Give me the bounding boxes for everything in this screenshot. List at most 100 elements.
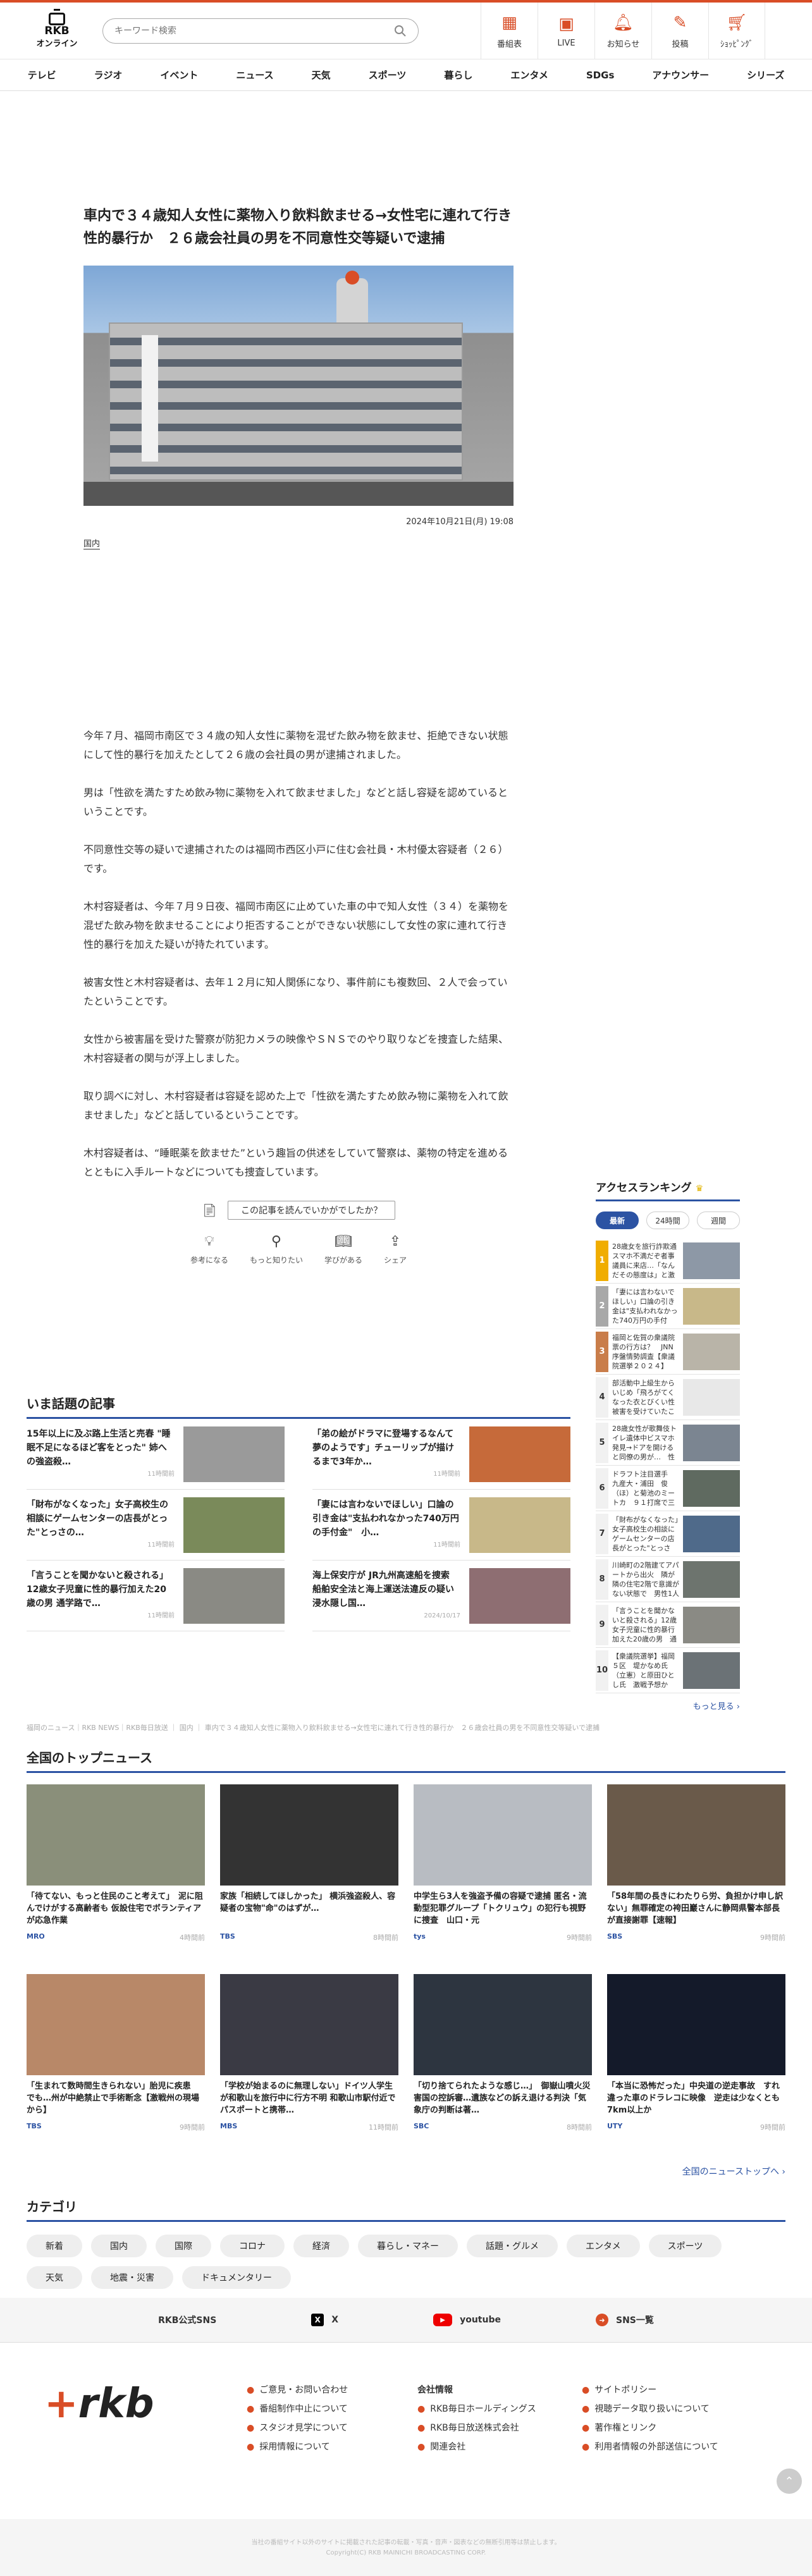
sns-list-link[interactable]: ➜ SNS一覧 — [595, 2314, 654, 2326]
trending-item[interactable]: 「妻には言わないでほしい」口論の引き金は"支払われなかった740万円の手付金" … — [312, 1490, 570, 1561]
ranking-more-link[interactable]: もっと見る › — [596, 1700, 740, 1712]
site-logo[interactable]: RKB オンライン — [25, 12, 89, 50]
feedback-more-button[interactable]: ⚲ もっと知りたい — [250, 1234, 303, 1265]
thumbnail — [683, 1469, 740, 1507]
article-category-tag[interactable]: 国内 — [83, 537, 101, 549]
category-chip[interactable]: 天気 — [27, 2266, 82, 2289]
search-icon[interactable] — [394, 25, 407, 37]
category-chip[interactable]: スポーツ — [648, 2235, 722, 2257]
schedule-button[interactable]: ▦ 番組表 — [481, 3, 538, 59]
tab-weekly[interactable]: 週間 — [697, 1211, 740, 1229]
ranking-item[interactable]: 528歳女性が歌舞伎トイレ遺体中ビスマホ発見→ドアを開けると同僚の男が… 性的暴… — [596, 1420, 740, 1466]
ranking-list: 128歳女を旅行詐欺通 スマホ不満だぞ者事議員に来店…「なんだその態度は」と激怒… — [596, 1238, 740, 1693]
footer-link[interactable]: ● スタジオ見学について — [247, 2419, 348, 2438]
nav-item[interactable]: イベント — [141, 68, 217, 82]
copyright: 当社の番組サイト以外のサイトに掲載された記事の転載・写真・音声・図表などの無断引… — [0, 2519, 812, 2576]
feedback-icon: 📄︎ — [201, 1203, 218, 1218]
nav-item[interactable]: 天気 — [293, 68, 350, 82]
trending-item[interactable]: 「言うことを聞かないと殺される」12歳女子児童に性的暴行加えた20歳の男 通学路… — [27, 1561, 285, 1631]
trending-item[interactable]: 「弟の絵がドラマに登場するなんて夢のようです」チューリップが描けるまで3年か… 1… — [312, 1419, 570, 1490]
category-chip[interactable]: 国際 — [156, 2235, 211, 2257]
footer-link[interactable]: ● 著作権とリンク — [582, 2419, 718, 2438]
footer-link[interactable]: ● 利用者情報の外部送信について — [582, 2438, 718, 2456]
ranking-item[interactable]: 6ドラフト注目選手 九産大・浦田 俊（ほ）と菊池のミートカ ９１打席で三振ゼロの… — [596, 1466, 740, 1511]
footer-logo[interactable]: +rkb — [44, 2381, 154, 2427]
tab-latest[interactable]: 最新 — [596, 1211, 639, 1229]
category-chip[interactable]: コロナ — [220, 2235, 285, 2257]
news-card[interactable]: 「本当に恐怖だった」中央道の逆走事故 すれ違った車のドラレコに映像 逆走は少なく… — [607, 1974, 785, 2164]
category-chip[interactable]: 国内 — [91, 2235, 147, 2257]
nav-item[interactable]: エンタメ — [491, 68, 567, 82]
tab-24h[interactable]: 24時間 — [646, 1211, 689, 1229]
nav-item[interactable]: スポーツ — [350, 68, 426, 82]
footer-link[interactable]: ● RKB毎日ホールディングス — [417, 2400, 536, 2419]
footer-link[interactable]: ● サイトポリシー — [582, 2381, 718, 2400]
footer-column-1: ● ご意見・お問い合わせ ● 番組制作中止について ● スタジオ見学について ● 採用情… — [247, 2381, 348, 2456]
news-card[interactable]: 中学生ら3人を強盗予備の容疑で逮捕 匿名・流動型犯罪グループ「トクリュウ」の犯行… — [414, 1784, 592, 1974]
feedback-question: この記事を読んでいかがでしたか？ — [228, 1201, 396, 1220]
ranking-item[interactable]: 3 福岡と佐賀の衆議院 票の行方は？ JNN序盤情勢調査【衆議院選挙２０２４】 — [596, 1329, 740, 1375]
notice-button[interactable]: 🔔︎ お知らせ — [594, 3, 651, 59]
footer-link[interactable]: ● 番組制作中止について — [247, 2400, 348, 2419]
news-card[interactable]: 家族「相続してほしかった」 横浜強盗殺人、容疑者の宝物"命"のはずが… TBS 8時… — [220, 1784, 398, 1974]
category-chip[interactable]: エンタメ — [567, 2235, 640, 2257]
ranking-item[interactable]: 128歳女を旅行詐欺通 スマホ不満だぞ者事議員に来店…「なんだその態度は」と激怒… — [596, 1238, 740, 1284]
back-to-top-button[interactable]: ⌃ — [777, 2469, 802, 2494]
ranking-item[interactable]: 2「妻には言わないでほしい」口論の引き金は"支払われなかった740万円の手付金"… — [596, 1284, 740, 1329]
news-card[interactable]: 「生まれて数時間生きられない」胎児に疾患 でも…州が中絶禁止で手術断念【激戦州の… — [27, 1974, 205, 2164]
footer-link[interactable]: ● 関連会社 — [417, 2438, 536, 2456]
shopping-button[interactable]: 🛒︎ ｼｮｯﾋﾟﾝｸﾞ — [708, 3, 765, 59]
thumbnail — [683, 1652, 740, 1689]
ranking-item[interactable]: 9「言うことを聞かないと殺される」12歳女子児童に性的暴行加えた20歳の男 通学… — [596, 1602, 740, 1648]
nav-item[interactable]: SDGs — [567, 70, 634, 81]
search-input[interactable] — [114, 25, 380, 36]
category-chip[interactable]: 経済 — [293, 2235, 349, 2257]
nav-item[interactable]: ニュース — [217, 68, 292, 82]
live-icon: ▣ — [558, 14, 574, 34]
sns-youtube-link[interactable]: ▶ youtube — [433, 2314, 501, 2326]
bulb-icon: 💡︎ — [204, 1234, 214, 1249]
nav-item[interactable]: テレビ — [9, 68, 75, 82]
feedback-helpful-button[interactable]: 💡︎ 参考になる — [190, 1234, 228, 1265]
news-card[interactable]: 「58年間の長きにわたりら労、負担かけ申し訳ない」無罪確定の袴田巖さんに静岡県警… — [607, 1784, 785, 1974]
site-header: RKB オンライン ▦番組表 ▣LIVE 🔔︎お知らせ ✎投稿 🛒︎ｼｮｯﾋﾟﾝ… — [0, 3, 812, 59]
crown-icon: ♛ — [695, 1184, 704, 1194]
share-button[interactable]: ⇪ シェア — [384, 1234, 407, 1265]
ranking-item[interactable]: 7「財布がなくなった」女子高校生の相談にゲームセンターの店長がとった"とっさの… — [596, 1511, 740, 1557]
nav-item[interactable]: ラジオ — [75, 68, 142, 82]
trending-item[interactable]: 「財布がなくなった」女子高校生の相談にゲームセンターの店長がとった"とっさの… 1… — [27, 1490, 285, 1561]
news-card[interactable]: 「学校が始まるのに無理しない」ドイツ人学生が和歌山を旅行中に行方不明 和歌山市駅… — [220, 1974, 398, 2164]
ranking-sidebar: アクセスランキング ♛ 最新 24時間 週間 1 28歳女を旅行詐欺通 スマホ不満… — [596, 1179, 740, 1712]
nav-item[interactable]: 暮らし — [425, 68, 491, 82]
category-chip[interactable]: ドキュメンタリー — [182, 2266, 291, 2289]
nav-item[interactable]: シリーズ — [728, 68, 803, 82]
footer-link[interactable]: ● RKB毎日放送株式会社 — [417, 2419, 536, 2438]
nav-item[interactable]: アナウンサー — [633, 68, 728, 82]
calendar-icon: ▦ — [501, 13, 517, 32]
category-chip[interactable]: 暮らし・マネー — [358, 2235, 458, 2257]
footer-link[interactable]: ● 視聴データ取り扱いについて — [582, 2400, 718, 2419]
ranking-item[interactable]: 10 【衆議院選挙】福岡５区 堤かなめ氏（立憲）と原田ひとし氏 激戦予想か — [596, 1648, 740, 1693]
cart-icon: 🛒︎ — [726, 13, 747, 32]
paragraph: 男は「性欲を満たすため飲み物に薬物を入れて飲ませました」などと話し容疑を認めてい… — [83, 787, 508, 818]
news-card[interactable]: 「切り捨てられたような感じ…」 御嶽山噴火災害国の控訴審…遺族などの訴え退ける判… — [414, 1974, 592, 2164]
trending-item[interactable]: 海上保安庁が JR九州高速船を捜索 船舶安全法と海上運送法違反の疑い 浸水隠し国… — [312, 1561, 570, 1631]
post-button[interactable]: ✎ 投稿 — [651, 3, 708, 59]
category-chip[interactable]: 新着 — [27, 2235, 82, 2257]
sns-x-link[interactable]: XX — [311, 2314, 338, 2326]
thumbnail — [607, 1974, 785, 2075]
news-card[interactable]: 「待てない、もっと住民のこと考えて」 泥に阻んでけがする高齢者も 仮設住宅でボラ… — [27, 1784, 205, 1974]
article-title: 車内で３４歳知人女性に薬物入り飲料飲ませる→女性宅に連れて行き性的暴行か ２６歳… — [83, 208, 512, 247]
ranking-item[interactable]: 4部活動中上級生からいじめ「飛ろがてくなった衣とびくい性被害を受けていたことを… — [596, 1375, 740, 1420]
footer-link[interactable]: ● ご意見・お問い合わせ — [247, 2381, 348, 2400]
live-button[interactable]: ▣ LIVE — [538, 3, 594, 59]
top-news-more-link[interactable]: 全国のニューストップへ › — [682, 2165, 785, 2178]
ranking-item[interactable]: 8 川崎町の2階建てアパートから出火 隣が隣の住宅2階で意識がない状態で 男性1人… — [596, 1557, 740, 1602]
trending-item[interactable]: 15年以上に及ぶ路上生活と売春 "睡眠不足になるほど客をとった" 姉への強盗殺…… — [27, 1419, 285, 1490]
category-chip[interactable]: 話題・グルメ — [467, 2235, 558, 2257]
footer-link[interactable]: ● 採用情報について — [247, 2438, 348, 2456]
feedback-learn-button[interactable]: 📖︎ 学びがある — [324, 1234, 362, 1265]
paragraph: 木村容疑者は、今年７月９日夜、福岡市南区に止めていた車の中で知人女性（３４）を薬… — [83, 900, 509, 950]
category-chip[interactable]: 地震・災害 — [91, 2266, 173, 2289]
search-box[interactable] — [102, 18, 419, 44]
